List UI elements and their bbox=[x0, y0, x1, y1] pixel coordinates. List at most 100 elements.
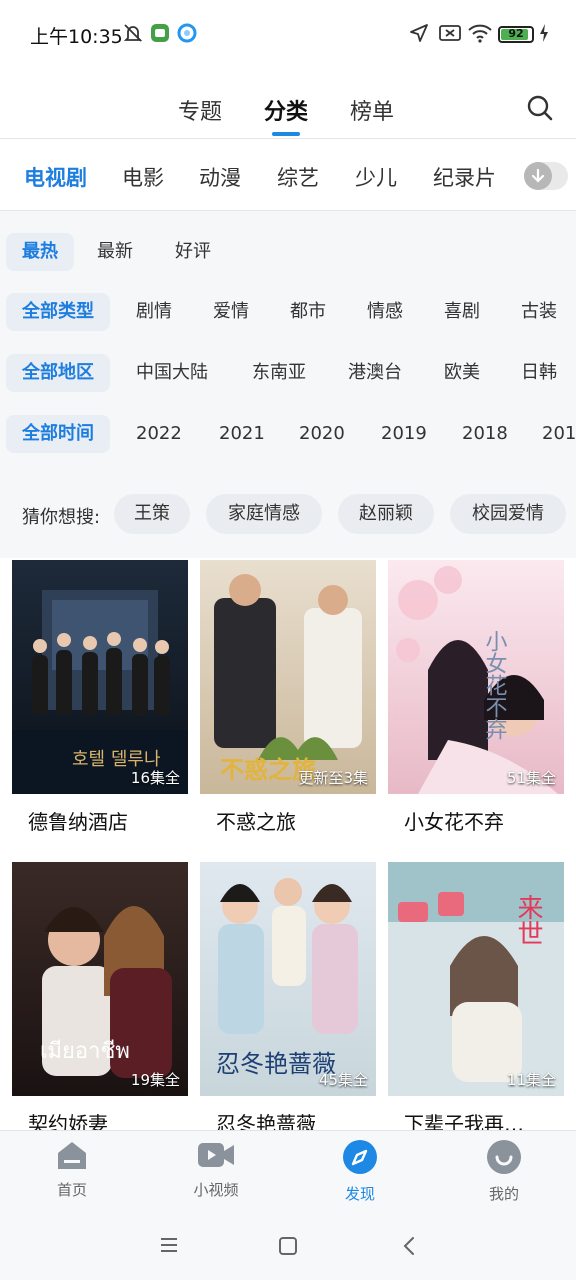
year-2019[interactable]: 2019 bbox=[381, 415, 427, 453]
status-time: 上午10:35 bbox=[30, 26, 123, 48]
region-all[interactable]: 全部地区 bbox=[6, 354, 110, 392]
nav-label: 小视频 bbox=[193, 1181, 239, 1199]
sort-top-rated[interactable]: 好评 bbox=[175, 233, 211, 271]
type-comedy[interactable]: 喜剧 bbox=[444, 293, 480, 331]
video-card[interactable]: 호텔 델루나 16集全 德鲁纳酒店 bbox=[12, 560, 188, 835]
category-kids[interactable]: 少儿 bbox=[355, 162, 397, 192]
year-2021[interactable]: 2021 bbox=[219, 415, 265, 453]
poster-title-art: 来世 bbox=[513, 894, 543, 946]
video-grid: 호텔 델루나 16集全 德鲁纳酒店 不惑之旅 更新至3集 不惑之旅 小女花不弃 … bbox=[0, 558, 576, 1130]
year-2017[interactable]: 2017 bbox=[542, 415, 576, 453]
region-southeast-asia[interactable]: 东南亚 bbox=[252, 354, 306, 392]
type-emotion[interactable]: 情感 bbox=[367, 293, 403, 331]
episode-count: 45集全 bbox=[318, 1071, 368, 1089]
video-title: 忍冬艳蔷薇 bbox=[216, 1112, 316, 1130]
video-poster: เมียอาชีพ 19集全 bbox=[12, 862, 188, 1096]
video-title: 下辈子我再… bbox=[404, 1112, 524, 1130]
video-title: 小女花不弃 bbox=[404, 810, 504, 834]
type-costume[interactable]: 古装 bbox=[521, 293, 557, 331]
search-icon[interactable] bbox=[524, 92, 556, 124]
mute-bell-icon bbox=[122, 22, 144, 44]
category-documentary[interactable]: 纪录片 bbox=[433, 162, 496, 192]
year-2020[interactable]: 2020 bbox=[299, 415, 345, 453]
poster-title-art: เมียอาชีพ bbox=[40, 1039, 130, 1064]
video-poster: 不惑之旅 更新至3集 bbox=[200, 560, 376, 794]
category-anime[interactable]: 动漫 bbox=[199, 162, 241, 192]
year-2022[interactable]: 2022 bbox=[136, 415, 182, 453]
top-tab-bar: 专题 分类 榜单 bbox=[0, 80, 576, 138]
browser-notification-icon bbox=[177, 22, 197, 44]
sort-newest[interactable]: 最新 bbox=[97, 233, 133, 271]
guess-pill[interactable]: 王策 bbox=[114, 494, 190, 534]
charging-icon bbox=[538, 22, 550, 44]
category-bar: 电视剧 电影 动漫 综艺 少儿 纪录片 bbox=[0, 140, 576, 210]
video-card[interactable]: 来世 11集全 下辈子我再… bbox=[388, 862, 564, 1130]
episode-count: 更新至3集 bbox=[298, 769, 368, 787]
recents-menu-icon[interactable] bbox=[158, 1235, 180, 1259]
poster-title-art: 小女花不弃 bbox=[482, 630, 508, 740]
category-movie[interactable]: 电影 bbox=[122, 162, 164, 192]
battery-level: 92 bbox=[508, 27, 524, 40]
region-hk-macau-taiwan[interactable]: 港澳台 bbox=[348, 354, 402, 392]
type-urban[interactable]: 都市 bbox=[290, 293, 326, 331]
video-poster: 호텔 델루나 16集全 bbox=[12, 560, 188, 794]
nav-profile[interactable]: 我的 bbox=[454, 1139, 554, 1204]
home-icon bbox=[55, 1142, 89, 1175]
app-notification-icon bbox=[150, 22, 170, 44]
wifi-icon bbox=[467, 22, 493, 44]
video-poster: 忍冬艳蔷薇 45集全 bbox=[200, 862, 376, 1096]
nav-short-video[interactable]: 小视频 bbox=[166, 1139, 266, 1200]
video-title: 德鲁纳酒店 bbox=[28, 810, 128, 834]
year-2018[interactable]: 2018 bbox=[462, 415, 508, 453]
status-bar: 上午10:35 92 bbox=[0, 0, 576, 70]
location-icon bbox=[408, 22, 430, 44]
type-drama[interactable]: 剧情 bbox=[136, 293, 172, 331]
guess-pill[interactable]: 家庭情感 bbox=[206, 494, 322, 534]
video-camera-icon bbox=[196, 1143, 236, 1175]
region-europe-america[interactable]: 欧美 bbox=[444, 354, 480, 392]
compass-icon bbox=[342, 1140, 378, 1179]
guess-pill[interactable]: 校园爱情 bbox=[450, 494, 566, 534]
year-filter-row: 全部时间 2022 2021 2020 2019 2018 2017 bbox=[0, 415, 576, 455]
system-navigation-bar bbox=[0, 1211, 576, 1280]
nav-label: 首页 bbox=[56, 1181, 87, 1199]
region-japan-korea[interactable]: 日韩 bbox=[521, 354, 557, 392]
video-card[interactable]: 不惑之旅 更新至3集 不惑之旅 bbox=[200, 560, 376, 835]
video-card[interactable]: เมียอาชีพ 19集全 契约娇妻 bbox=[12, 862, 188, 1130]
year-all[interactable]: 全部时间 bbox=[6, 415, 110, 453]
divider bbox=[0, 138, 576, 139]
video-title: 契约娇妻 bbox=[28, 1112, 108, 1130]
back-chevron-icon[interactable] bbox=[399, 1235, 419, 1261]
nav-label: 我的 bbox=[488, 1185, 519, 1203]
episode-count: 11集全 bbox=[506, 1071, 556, 1089]
episode-count: 19集全 bbox=[130, 1071, 180, 1089]
expand-categories-toggle[interactable] bbox=[524, 162, 568, 190]
video-poster: 小女花不弃 51集全 bbox=[388, 560, 564, 794]
type-romance[interactable]: 爱情 bbox=[213, 293, 249, 331]
guess-pill[interactable]: 赵丽颖 bbox=[338, 494, 434, 534]
category-variety[interactable]: 综艺 bbox=[277, 162, 319, 192]
nav-label: 发现 bbox=[344, 1185, 375, 1203]
episode-count: 51集全 bbox=[506, 769, 556, 787]
tab-rankings[interactable]: 榜单 bbox=[350, 94, 394, 126]
video-title: 不惑之旅 bbox=[216, 810, 296, 834]
video-poster: 来世 11集全 bbox=[388, 862, 564, 1096]
sort-hottest[interactable]: 最热 bbox=[6, 233, 74, 271]
tab-topics[interactable]: 专题 bbox=[178, 94, 222, 126]
filter-panel: 最热 最新 好评 全部类型 剧情 爱情 都市 情感 喜剧 古装 全部地区 中国大… bbox=[0, 211, 576, 558]
home-square-icon[interactable] bbox=[277, 1235, 299, 1261]
type-filter-row: 全部类型 剧情 爱情 都市 情感 喜剧 古装 bbox=[0, 293, 576, 333]
nav-discover[interactable]: 发现 bbox=[310, 1139, 410, 1204]
region-mainland-china[interactable]: 中国大陆 bbox=[136, 354, 208, 392]
category-tv-series[interactable]: 电视剧 bbox=[24, 162, 87, 192]
type-all[interactable]: 全部类型 bbox=[6, 293, 110, 331]
video-card[interactable]: 小女花不弃 51集全 小女花不弃 bbox=[388, 560, 564, 835]
nav-home[interactable]: 首页 bbox=[22, 1139, 122, 1200]
battery-icon: 92 bbox=[498, 26, 534, 43]
tab-category[interactable]: 分类 bbox=[264, 94, 308, 126]
region-filter-row: 全部地区 中国大陆 东南亚 港澳台 欧美 日韩 bbox=[0, 354, 576, 394]
bottom-navigation: 首页 小视频 发现 我的 bbox=[0, 1130, 576, 1211]
no-sim-icon bbox=[438, 22, 462, 44]
sort-filter-row: 最热 最新 好评 bbox=[0, 233, 576, 273]
video-card[interactable]: 忍冬艳蔷薇 45集全 忍冬艳蔷薇 bbox=[200, 862, 376, 1130]
